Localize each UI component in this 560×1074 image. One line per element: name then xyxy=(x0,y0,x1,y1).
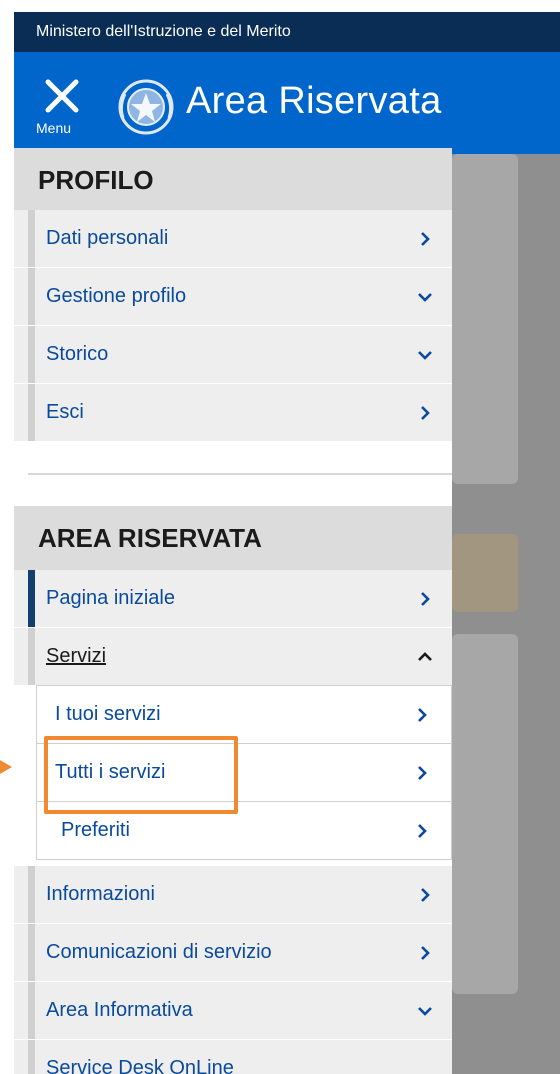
menu-item-label: Storico xyxy=(46,343,109,365)
section-divider xyxy=(28,473,452,475)
app-title: Area Riservata xyxy=(186,80,442,122)
italian-emblem-icon xyxy=(118,79,174,135)
menu-item-gestione-profilo[interactable]: Gestione profilo xyxy=(14,268,452,325)
submenu-item-label: I tuoi servizi xyxy=(55,703,161,725)
menu-item-label: Area Informativa xyxy=(46,999,193,1021)
chevron-right-icon xyxy=(421,888,430,902)
menu-item-area-informativa[interactable]: Area Informativa xyxy=(14,982,452,1039)
background-card xyxy=(452,154,518,484)
menu-item-informazioni[interactable]: Informazioni xyxy=(14,866,452,923)
menu-close-button[interactable]: Menu xyxy=(36,76,88,146)
menu-item-label: Informazioni xyxy=(46,883,155,905)
annotation-highlight-box xyxy=(44,736,238,814)
menu-item-dati-personali[interactable]: Dati personali xyxy=(14,210,452,267)
menu-item-storico[interactable]: Storico xyxy=(14,326,452,383)
menu-item-pagina-iniziale[interactable]: Pagina iniziale xyxy=(14,570,452,627)
annotation-arrow-icon xyxy=(0,760,12,774)
chevron-right-icon xyxy=(418,824,427,838)
chevron-right-icon xyxy=(421,946,430,960)
chevron-down-icon xyxy=(418,1007,432,1016)
menu-label: Menu xyxy=(36,120,72,136)
menu-item-label: Pagina iniziale xyxy=(46,587,175,609)
chevron-down-icon xyxy=(418,293,432,302)
menu-item-label: Service Desk OnLine xyxy=(46,1057,234,1074)
menu-item-label: Servizi xyxy=(46,645,107,667)
close-icon xyxy=(45,79,79,113)
menu-item-label: Dati personali xyxy=(46,227,169,249)
chevron-down-icon xyxy=(418,351,432,360)
section-title-profilo: PROFILO xyxy=(14,148,452,212)
chevron-right-icon xyxy=(421,232,430,246)
page-backdrop[interactable] xyxy=(452,154,560,1074)
chevron-up-icon xyxy=(418,652,432,661)
submenu-item-label: Preferiti xyxy=(61,819,130,841)
background-card xyxy=(452,634,518,994)
menu-item-label: Esci xyxy=(46,401,84,423)
menu-item-service-desk-online[interactable]: Service Desk OnLine xyxy=(14,1040,452,1074)
chevron-right-icon xyxy=(418,766,427,780)
background-banner xyxy=(452,534,518,612)
chevron-right-icon xyxy=(421,592,430,606)
menu-item-servizi[interactable]: Servizi xyxy=(14,628,452,685)
menu-item-esci[interactable]: Esci xyxy=(14,384,452,441)
menu-item-comunicazioni-di-servizio[interactable]: Comunicazioni di servizio xyxy=(14,924,452,981)
menu-item-label: Gestione profilo xyxy=(46,285,187,307)
chevron-right-icon xyxy=(418,708,427,722)
ministry-bar: Ministero dell'Istruzione e del Merito xyxy=(14,12,560,52)
chevron-right-icon xyxy=(421,406,430,420)
app-header: Menu Area Riservata xyxy=(14,52,560,154)
ministry-name: Ministero dell'Istruzione e del Merito xyxy=(36,23,291,40)
menu-item-label: Comunicazioni di servizio xyxy=(46,941,272,963)
section-title-area-riservata: AREA RISERVATA xyxy=(14,506,452,570)
